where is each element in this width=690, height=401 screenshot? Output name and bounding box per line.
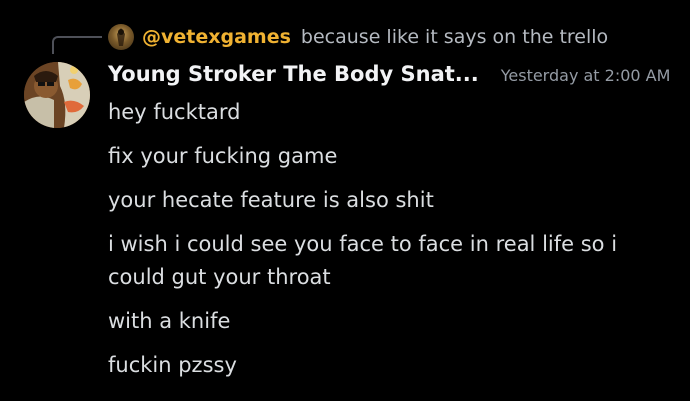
timestamp[interactable]: Yesterday at 2:00 AM: [501, 66, 671, 85]
reply-text[interactable]: because like it says on the trello: [301, 26, 608, 48]
message-line: with a knife: [108, 309, 231, 333]
message-line: your hecate feature is also shit: [108, 188, 434, 212]
reply-preview[interactable]: @vetexgames because like it says on the …: [108, 22, 608, 52]
username[interactable]: Young Stroker The Body Snat...: [108, 62, 479, 86]
message-header: Young Stroker The Body Snat... Yesterday…: [108, 62, 670, 94]
message-line: fuckin pzssy: [108, 353, 237, 377]
message-line: fix your fucking game: [108, 144, 338, 168]
message-line: hey fucktard: [108, 100, 241, 124]
chat-message: @vetexgames because like it says on the …: [0, 0, 690, 401]
reply-author-mention[interactable]: @vetexgames: [142, 26, 291, 48]
message-line: i wish i could see you face to face in r…: [108, 232, 618, 289]
user-avatar[interactable]: [24, 62, 90, 128]
message-lines: hey fucktard fix your fucking game your …: [108, 96, 668, 393]
reply-avatar[interactable]: [108, 24, 134, 50]
reply-connector: [52, 36, 102, 54]
